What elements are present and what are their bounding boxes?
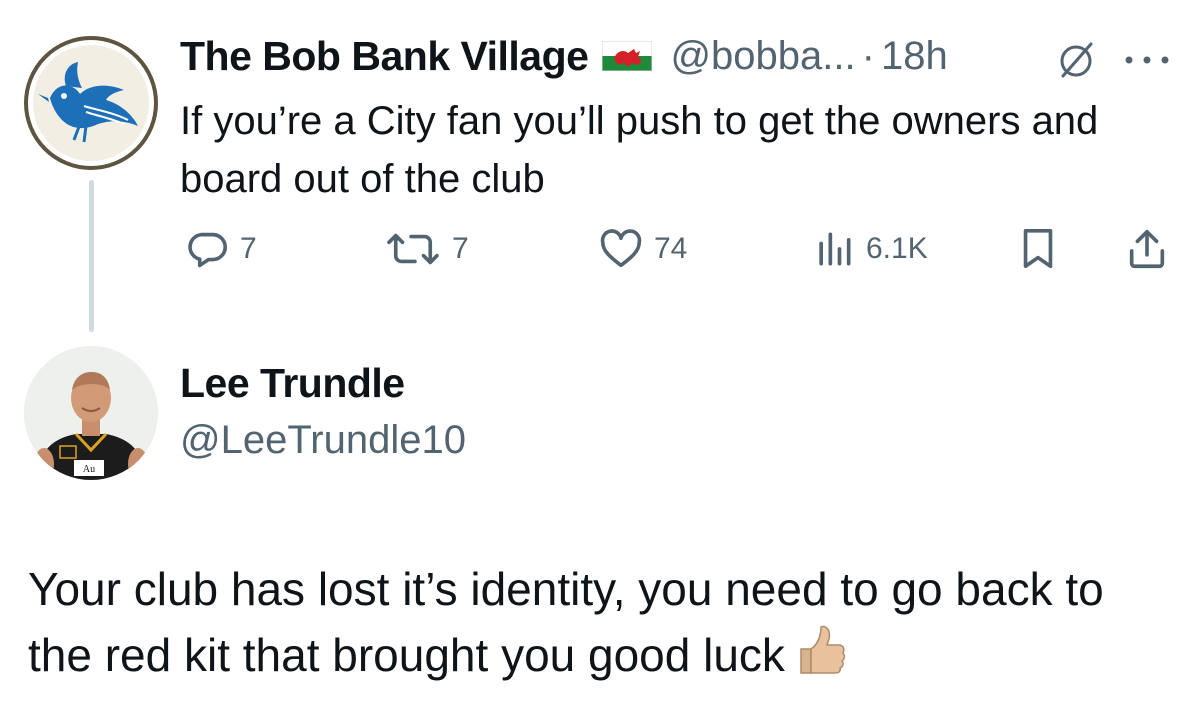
meta-separator: · <box>861 33 875 78</box>
reply-author-avatar[interactable]: Au <box>24 346 158 480</box>
bluebird-logo <box>38 62 138 143</box>
like-count: 74 <box>654 232 688 265</box>
tweet-text: If you’re a City fan you’ll push to get … <box>180 99 1099 201</box>
reply-author-handle[interactable]: @LeeTrundle10 <box>180 418 466 463</box>
tweet-timestamp[interactable]: 18h <box>881 34 948 79</box>
svg-text:Au: Au <box>83 464 95 475</box>
views-button[interactable]: 6.1K <box>812 226 928 272</box>
repost-button[interactable]: 7 <box>384 226 469 272</box>
like-button[interactable]: 74 <box>598 226 687 272</box>
reply-text: Your club has lost it’s identity, you ne… <box>28 563 1104 681</box>
reply-author-display-name[interactable]: Lee Trundle <box>180 360 405 407</box>
share-icon <box>1129 229 1165 269</box>
circle-slash-icon <box>1053 40 1099 80</box>
more-dots-icon[interactable] <box>1117 50 1177 70</box>
heart-icon <box>600 229 642 268</box>
person-photo: Au <box>24 346 158 480</box>
reply-text-block: Your club has lost it’s identity, you ne… <box>28 556 1178 688</box>
thread-connector-line <box>89 180 94 332</box>
reply-count: 7 <box>240 232 257 265</box>
thumbs-up-icon <box>793 623 847 677</box>
wales-flag-icon <box>601 40 653 72</box>
reply-button[interactable]: 7 <box>184 226 257 272</box>
repost-icon <box>387 233 439 265</box>
repost-count: 7 <box>452 232 469 265</box>
bookmark-button[interactable] <box>1018 226 1058 272</box>
tweet-header: The Bob Bank Village @bobba... · 18h <box>180 30 948 82</box>
author-handle[interactable]: @bobba... <box>670 34 855 79</box>
views-chart-icon <box>819 232 851 266</box>
bookmark-icon <box>1023 228 1053 269</box>
share-button[interactable] <box>1124 226 1170 272</box>
author-display-name[interactable]: The Bob Bank Village <box>180 33 589 80</box>
author-avatar[interactable] <box>24 36 158 170</box>
view-count: 6.1K <box>866 232 928 265</box>
reply-icon <box>188 232 228 268</box>
